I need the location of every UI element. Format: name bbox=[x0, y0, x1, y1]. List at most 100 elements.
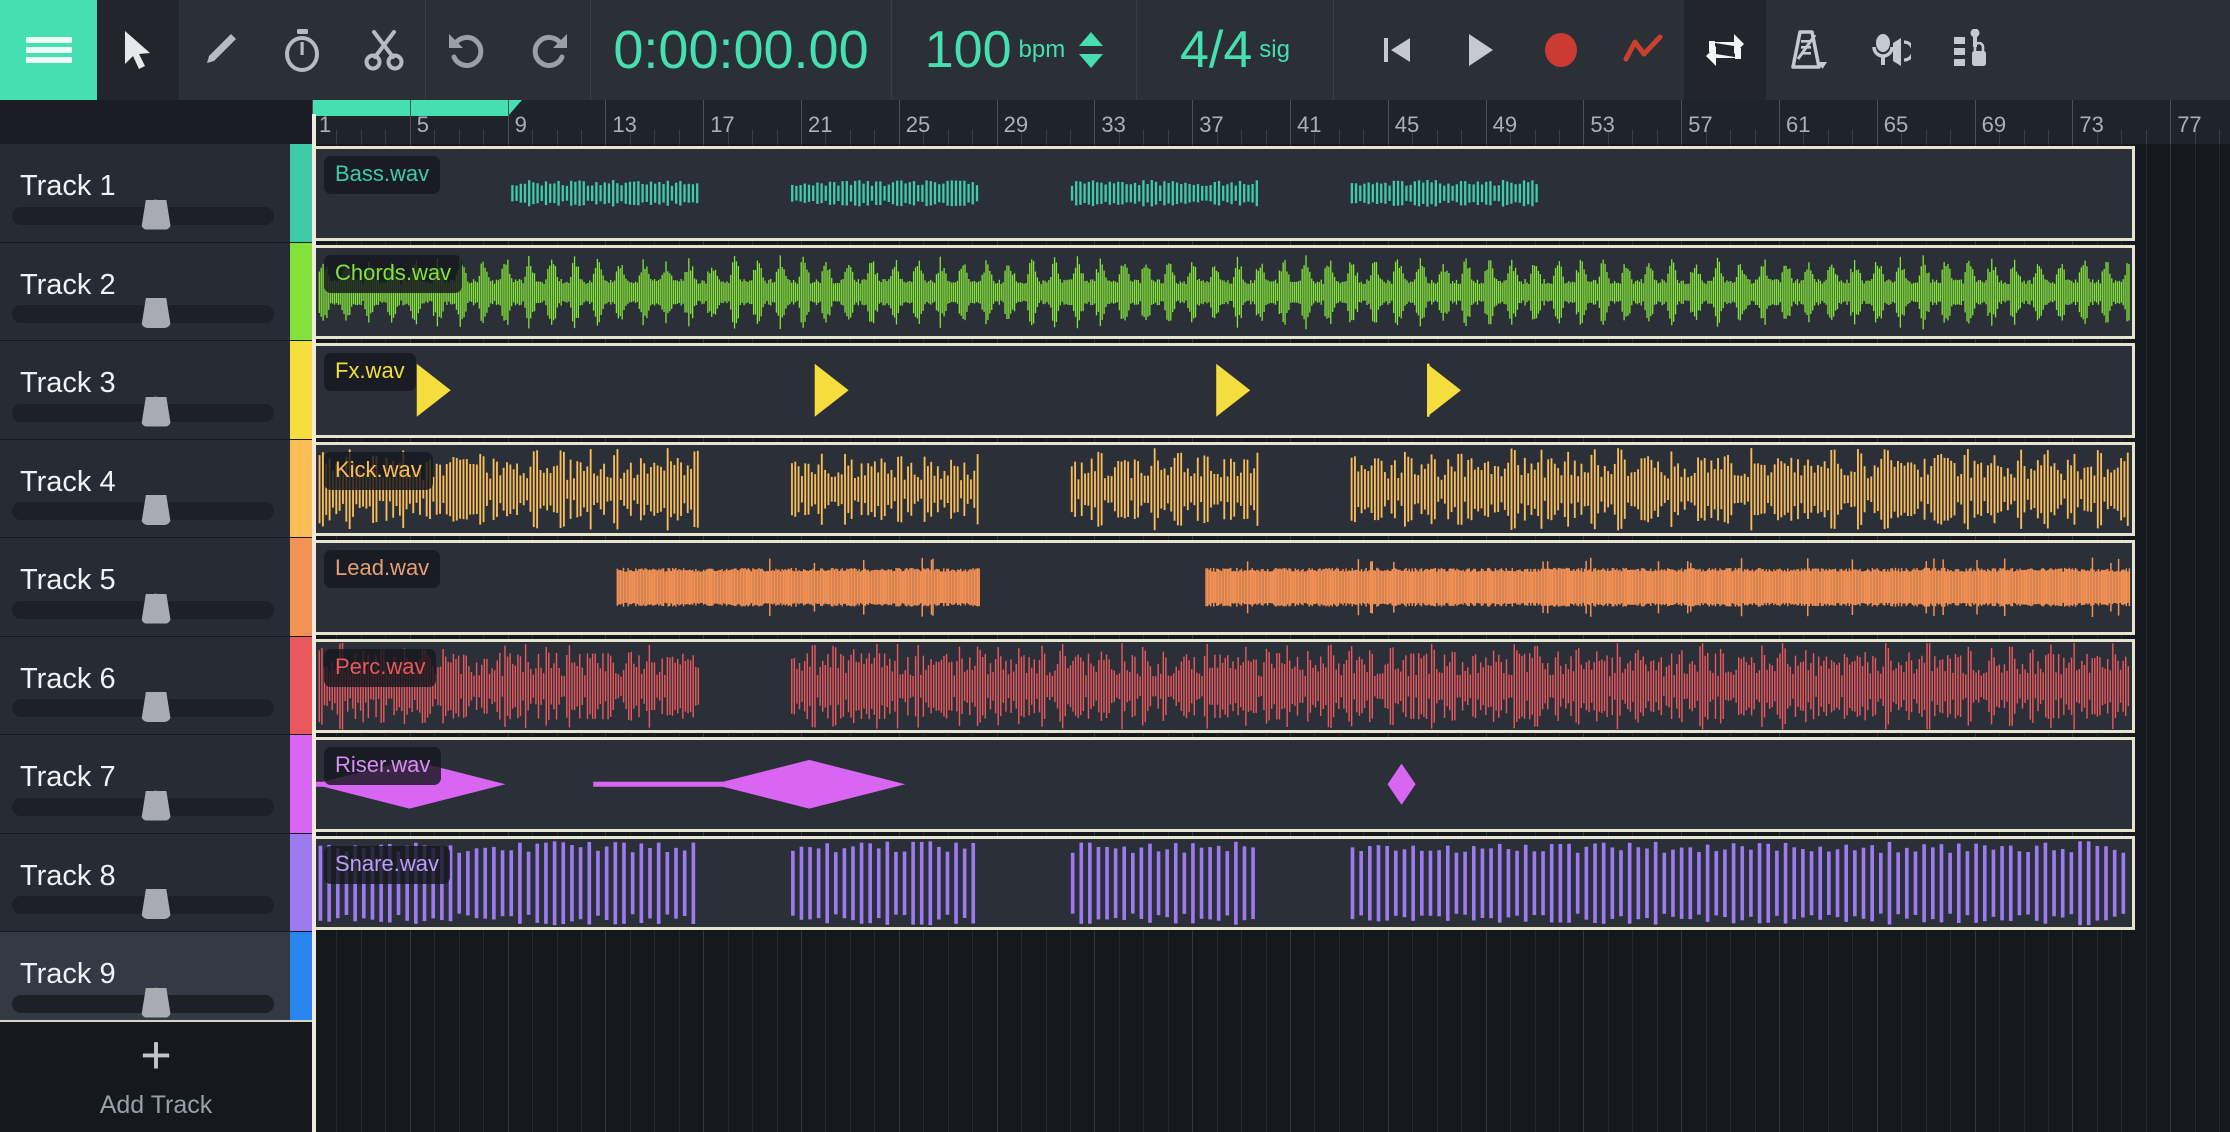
tempo-stepper[interactable] bbox=[1079, 32, 1104, 68]
track-color-strip[interactable] bbox=[290, 242, 312, 340]
input-monitor-button[interactable] bbox=[1848, 0, 1930, 100]
track-name-label[interactable]: Track 3 bbox=[20, 367, 116, 400]
track-lane[interactable]: Chords.wav bbox=[312, 243, 2230, 342]
track-lane[interactable]: Riser.wav bbox=[312, 735, 2230, 834]
record-button[interactable] bbox=[1520, 0, 1602, 100]
track-volume-slider[interactable] bbox=[12, 889, 274, 919]
undo-button[interactable] bbox=[426, 0, 508, 100]
track-lane[interactable]: Fx.wav bbox=[312, 341, 2230, 440]
track-name-label[interactable]: Track 7 bbox=[20, 761, 116, 794]
track-volume-slider[interactable] bbox=[12, 593, 274, 624]
track-volume-slider[interactable] bbox=[12, 298, 274, 328]
track-lane[interactable]: Bass.wav bbox=[312, 144, 2230, 243]
tool-draw-button[interactable] bbox=[179, 0, 261, 100]
track-color-strip[interactable] bbox=[290, 538, 312, 636]
track-volume-slider[interactable] bbox=[12, 199, 274, 230]
ruler-bar-tick bbox=[605, 100, 607, 144]
track-color-strip[interactable] bbox=[290, 932, 312, 1030]
track-color-strip[interactable] bbox=[290, 735, 312, 833]
track-volume-handle[interactable] bbox=[141, 790, 172, 821]
track-lane[interactable]: Lead.wav bbox=[312, 538, 2230, 637]
track-name-label[interactable]: Track 2 bbox=[20, 269, 116, 302]
time-signature-display[interactable]: 4/4 sig bbox=[1137, 0, 1333, 100]
time-display[interactable]: 0:00:00.00 bbox=[591, 0, 891, 100]
track-color-strip[interactable] bbox=[290, 833, 312, 931]
track-lane[interactable]: Snare.wav bbox=[312, 834, 2230, 933]
automation-button[interactable] bbox=[1602, 0, 1684, 100]
loop-button[interactable] bbox=[1684, 0, 1766, 100]
ruler-bar-tick bbox=[1779, 100, 1780, 144]
audio-clip[interactable]: Snare.wav bbox=[312, 835, 2135, 930]
track-color-strip[interactable] bbox=[290, 636, 312, 734]
track-volume-handle[interactable] bbox=[141, 593, 172, 624]
tool-cut-button[interactable] bbox=[343, 0, 425, 100]
mixer-button[interactable] bbox=[1930, 0, 2012, 100]
track-header[interactable]: Track 5 bbox=[0, 538, 312, 637]
waveform bbox=[315, 149, 2132, 238]
track-name-label[interactable]: Track 9 bbox=[20, 958, 116, 991]
audio-clip[interactable]: Chords.wav bbox=[312, 244, 2135, 339]
track-name-label[interactable]: Track 8 bbox=[20, 860, 116, 893]
metronome-button[interactable] bbox=[1766, 0, 1848, 100]
ruler-beat-tick bbox=[1461, 130, 1463, 144]
track-header[interactable]: Track 7 bbox=[0, 735, 312, 834]
ruler-beat-tick bbox=[336, 130, 338, 144]
track-color-strip[interactable] bbox=[290, 144, 312, 242]
track-name-label[interactable]: Track 6 bbox=[20, 663, 116, 696]
track-volume-handle[interactable] bbox=[141, 199, 172, 230]
ruler-bar-tick bbox=[898, 100, 900, 144]
audio-clip[interactable]: Riser.wav bbox=[312, 737, 2135, 832]
tempo-increase-icon[interactable] bbox=[1079, 32, 1104, 46]
audio-clip[interactable]: Fx.wav bbox=[312, 343, 2135, 438]
track-header[interactable]: Track 6 bbox=[0, 636, 312, 735]
track-header[interactable]: Track 9 bbox=[0, 932, 312, 1031]
audio-clip[interactable]: Kick.wav bbox=[312, 441, 2135, 536]
track-lane[interactable] bbox=[312, 932, 2230, 1031]
track-header[interactable]: Track 3 bbox=[0, 341, 312, 440]
track-volume-slider[interactable] bbox=[12, 495, 274, 525]
tempo-display[interactable]: 100 bpm bbox=[892, 0, 1136, 100]
track-volume-slider[interactable] bbox=[12, 396, 274, 427]
track-lane[interactable]: Perc.wav bbox=[312, 637, 2230, 736]
track-header[interactable]: Track 4 bbox=[0, 439, 312, 538]
track-header[interactable]: Track 2 bbox=[0, 242, 312, 341]
add-track-button[interactable]: + Add Track bbox=[0, 1020, 312, 1132]
track-volume-handle[interactable] bbox=[141, 298, 172, 328]
audio-clip[interactable]: Perc.wav bbox=[312, 638, 2135, 733]
tempo-decrease-icon[interactable] bbox=[1079, 54, 1104, 68]
timeline-ruler[interactable]: 1591317212529333741454953576165697377818… bbox=[312, 100, 2230, 144]
ruler-beat-tick bbox=[1363, 130, 1365, 144]
ruler-bar-tick bbox=[1974, 100, 1976, 144]
audio-clip[interactable]: Lead.wav bbox=[312, 540, 2135, 635]
track-volume-handle[interactable] bbox=[141, 889, 172, 919]
track-volume-slider[interactable] bbox=[12, 692, 274, 722]
track-name-label[interactable]: Track 5 bbox=[20, 564, 116, 597]
track-name-label[interactable]: Track 1 bbox=[20, 170, 116, 203]
hamburger-menu-button[interactable] bbox=[0, 0, 97, 100]
rewind-button[interactable] bbox=[1356, 0, 1438, 100]
redo-button[interactable] bbox=[508, 0, 590, 100]
ruler-playhead[interactable] bbox=[312, 114, 316, 144]
track-volume-handle[interactable] bbox=[141, 396, 172, 427]
track-header[interactable]: Track 8 bbox=[0, 833, 312, 932]
tool-time-stretch-button[interactable] bbox=[261, 0, 343, 100]
ruler-beat-tick bbox=[2145, 130, 2147, 144]
track-volume-slider[interactable] bbox=[12, 790, 274, 821]
track-lane[interactable]: Kick.wav bbox=[312, 440, 2230, 539]
ruler-bar-tick bbox=[801, 100, 802, 144]
track-color-strip[interactable] bbox=[290, 439, 312, 537]
timeline-area[interactable]: Bass.wav Chords.wav Fx.wav Kick.wav Lead.wav… bbox=[312, 144, 2230, 1132]
track-volume-handle[interactable] bbox=[141, 692, 172, 722]
play-button[interactable] bbox=[1438, 0, 1520, 100]
playhead[interactable] bbox=[312, 144, 316, 1132]
track-name-label[interactable]: Track 4 bbox=[20, 466, 116, 499]
audio-clip[interactable]: Bass.wav bbox=[312, 146, 2135, 241]
track-volume-handle[interactable] bbox=[141, 495, 172, 525]
track-volume-handle[interactable] bbox=[141, 987, 172, 1018]
track-header[interactable]: Track 1 bbox=[0, 144, 312, 243]
ruler-beat-tick bbox=[2023, 130, 2025, 144]
track-color-strip[interactable] bbox=[290, 341, 312, 439]
ruler-beat-tick bbox=[1167, 130, 1169, 144]
tool-select-button[interactable] bbox=[97, 0, 179, 100]
track-volume-slider[interactable] bbox=[12, 987, 274, 1018]
